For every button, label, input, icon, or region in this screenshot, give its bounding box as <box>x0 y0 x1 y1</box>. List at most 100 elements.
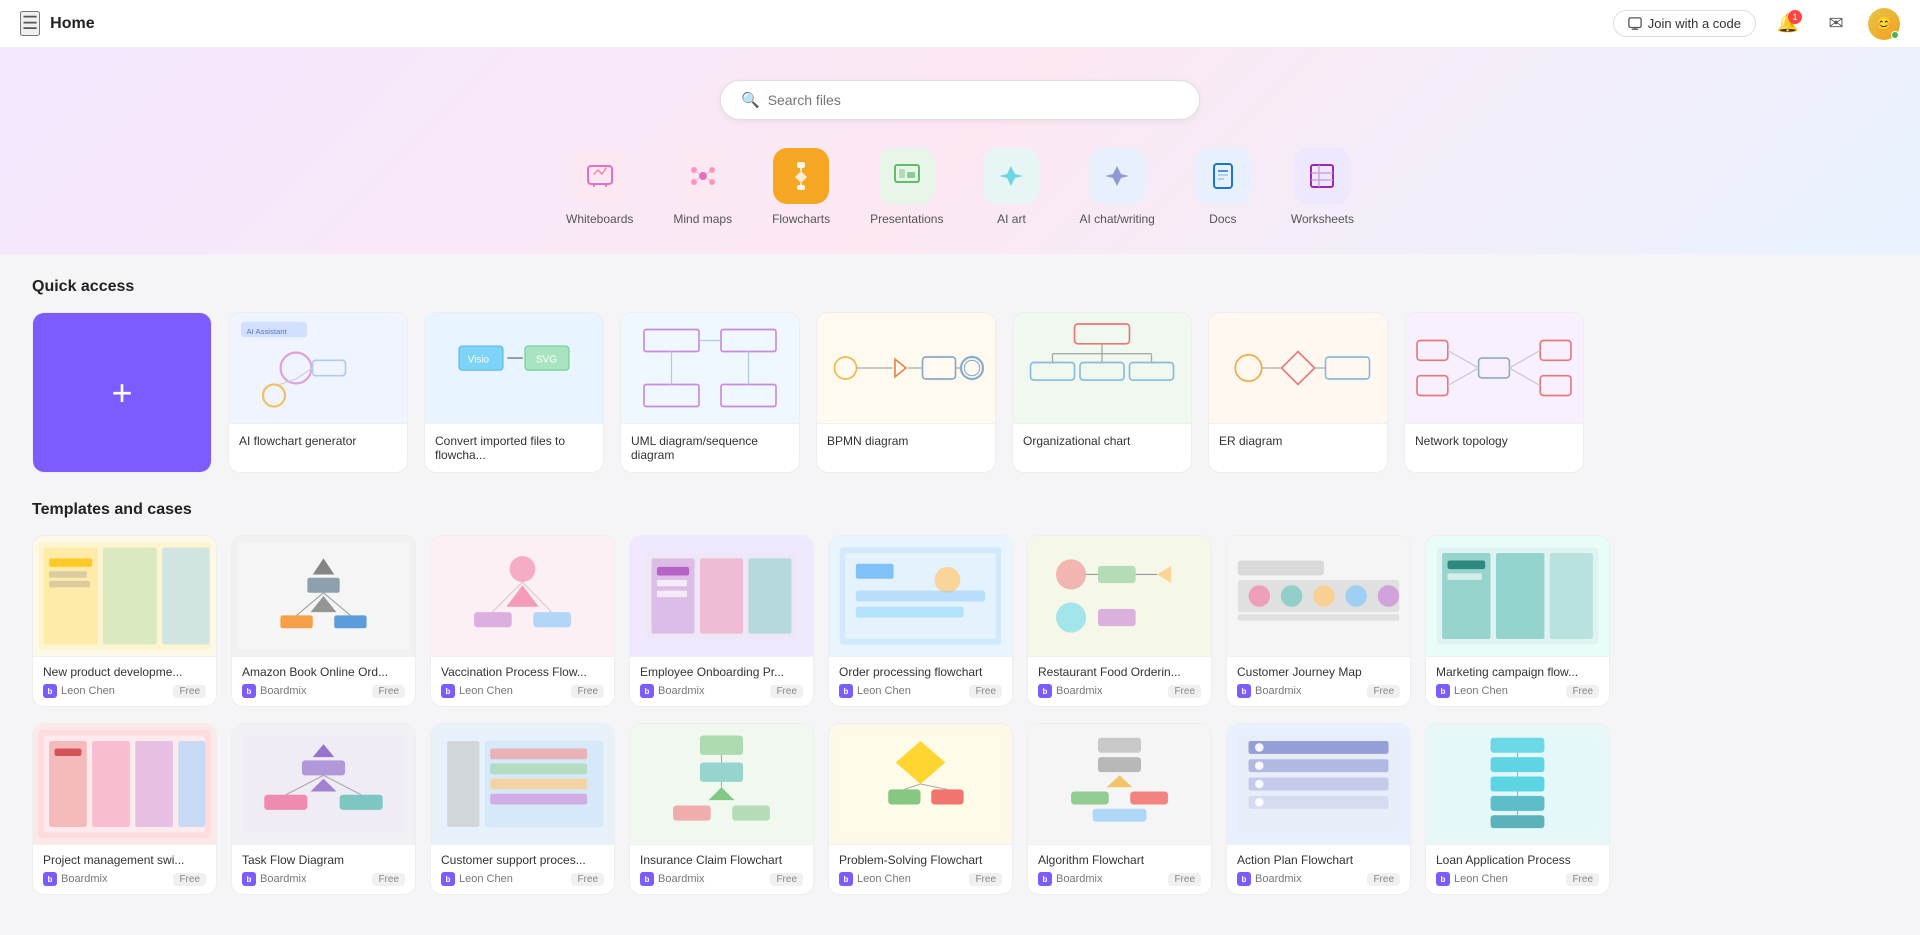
template-card-t9[interactable]: Project management swi... b Boardmix Fre… <box>32 723 217 895</box>
template-author-t11: b Leon Chen <box>441 872 513 886</box>
template-card-t5[interactable]: Order processing flowchart b Leon Chen F… <box>828 535 1013 707</box>
uml-card[interactable]: UML diagram/sequence diagram <box>620 312 800 473</box>
template-card-t7[interactable]: Customer Journey Map b Boardmix Free <box>1226 535 1411 707</box>
template-name-t10: Task Flow Diagram <box>242 853 405 867</box>
aichat-label: AI chat/writing <box>1079 212 1154 226</box>
template-card-t4[interactable]: Employee Onboarding Pr... b Boardmix Fre… <box>629 535 814 707</box>
template-name-t6: Restaurant Food Orderin... <box>1038 665 1201 679</box>
join-code-icon <box>1628 17 1642 31</box>
template-name-t1: New product developme... <box>43 665 206 679</box>
template-card-t6[interactable]: Restaurant Food Orderin... b Boardmix Fr… <box>1027 535 1212 707</box>
template-meta-t6: b Boardmix Free <box>1038 684 1201 698</box>
templates-row-2: Project management swi... b Boardmix Fre… <box>32 723 1888 895</box>
template-info-t6: Restaurant Food Orderin... b Boardmix Fr… <box>1028 656 1211 706</box>
join-code-button[interactable]: Join with a code <box>1613 10 1756 37</box>
user-avatar[interactable]: 😊 <box>1868 8 1900 40</box>
network-topology-card[interactable]: Network topology <box>1404 312 1584 473</box>
template-meta-t11: b Leon Chen Free <box>441 872 604 886</box>
template-author-t4: b Boardmix <box>640 684 704 698</box>
template-card-t13[interactable]: Problem-Solving Flowchart b Leon Chen Fr… <box>828 723 1013 895</box>
free-badge-t6: Free <box>1168 685 1201 698</box>
category-mindmaps[interactable]: Mind maps <box>673 148 732 226</box>
category-docs[interactable]: Docs <box>1195 148 1251 226</box>
template-meta-t14: b Boardmix Free <box>1038 872 1201 886</box>
template-name-t13: Problem-Solving Flowchart <box>839 853 1002 867</box>
category-aiart[interactable]: AI art <box>983 148 1039 226</box>
er-diagram-thumb <box>1209 313 1387 423</box>
template-card-t1[interactable]: New product developme... b Leon Chen Fre… <box>32 535 217 707</box>
category-flowcharts[interactable]: Flowcharts <box>772 148 830 226</box>
template-info-t2: Amazon Book Online Ord... b Boardmix Fre… <box>232 656 415 706</box>
org-chart-label: Organizational chart <box>1013 423 1191 458</box>
template-author-t8: b Leon Chen <box>1436 684 1508 698</box>
menu-icon[interactable]: ☰ <box>20 11 40 36</box>
ai-flowchart-card[interactable]: AI Assistant AI flowchart generator <box>228 312 408 473</box>
plus-icon: + <box>111 372 132 414</box>
author-logo-t16: b <box>1436 872 1450 886</box>
er-diagram-card[interactable]: ER diagram <box>1208 312 1388 473</box>
template-meta-t8: b Leon Chen Free <box>1436 684 1599 698</box>
ai-flowchart-label: AI flowchart generator <box>229 423 407 458</box>
template-info-t14: Algorithm Flowchart b Boardmix Free <box>1028 844 1211 894</box>
template-info-t16: Loan Application Process b Leon Chen Fre… <box>1426 844 1609 894</box>
header-right: Join with a code 🔔 1 ✉ 😊 <box>1613 8 1900 40</box>
template-card-t10[interactable]: Task Flow Diagram b Boardmix Free <box>231 723 416 895</box>
network-thumb-svg <box>1405 313 1583 423</box>
free-badge-t2: Free <box>372 685 405 698</box>
template-card-t3[interactable]: Vaccination Process Flow... b Leon Chen … <box>430 535 615 707</box>
category-whiteboards[interactable]: Whiteboards <box>566 148 633 226</box>
new-flowchart-thumb: + <box>33 313 211 472</box>
template-thumb-t9 <box>33 724 216 844</box>
template-info-t7: Customer Journey Map b Boardmix Free <box>1227 656 1410 706</box>
template-card-t15[interactable]: Action Plan Flowchart b Boardmix Free <box>1226 723 1411 895</box>
free-badge-t11: Free <box>571 873 604 886</box>
template-meta-t10: b Boardmix Free <box>242 872 405 886</box>
bpmn-card[interactable]: BPMN diagram <box>816 312 996 473</box>
category-aichat[interactable]: AI chat/writing <box>1079 148 1154 226</box>
template-card-t16[interactable]: Loan Application Process b Leon Chen Fre… <box>1425 723 1610 895</box>
template-thumb-t3 <box>431 536 614 656</box>
mindmaps-icon <box>675 148 731 204</box>
template-name-t12: Insurance Claim Flowchart <box>640 853 803 867</box>
template-thumb-t2 <box>232 536 415 656</box>
new-flowchart-card[interactable]: + New flowchart <box>32 312 212 473</box>
convert-card[interactable]: Visio SVG Convert imported files to flow… <box>424 312 604 473</box>
free-badge-t14: Free <box>1168 873 1201 886</box>
worksheets-label: Worksheets <box>1291 212 1354 226</box>
author-logo-t12: b <box>640 872 654 886</box>
network-topology-thumb <box>1405 313 1583 423</box>
author-logo-t14: b <box>1038 872 1052 886</box>
aichat-icon <box>1089 148 1145 204</box>
mindmaps-label: Mind maps <box>673 212 732 226</box>
notification-button[interactable]: 🔔 1 <box>1772 8 1804 40</box>
template-thumb-t15 <box>1227 724 1410 844</box>
org-chart-card[interactable]: Organizational chart <box>1012 312 1192 473</box>
er-diagram-label: ER diagram <box>1209 423 1387 458</box>
templates-section: Templates and cases New product <box>32 501 1888 895</box>
template-card-t14[interactable]: Algorithm Flowchart b Boardmix Free <box>1027 723 1212 895</box>
mail-button[interactable]: ✉ <box>1820 8 1852 40</box>
template-card-t2[interactable]: Amazon Book Online Ord... b Boardmix Fre… <box>231 535 416 707</box>
category-presentations[interactable]: Presentations <box>870 148 943 226</box>
template-name-t5: Order processing flowchart <box>839 665 1002 679</box>
template-info-t12: Insurance Claim Flowchart b Boardmix Fre… <box>630 844 813 894</box>
template-author-t13: b Leon Chen <box>839 872 911 886</box>
template-meta-t15: b Boardmix Free <box>1237 872 1400 886</box>
search-bar[interactable]: 🔍 <box>720 80 1200 120</box>
free-badge-t4: Free <box>770 685 803 698</box>
er-thumb-svg <box>1209 313 1387 423</box>
template-info-t13: Problem-Solving Flowchart b Leon Chen Fr… <box>829 844 1012 894</box>
template-card-t12[interactable]: Insurance Claim Flowchart b Boardmix Fre… <box>629 723 814 895</box>
template-name-t3: Vaccination Process Flow... <box>441 665 604 679</box>
template-author-t6: b Boardmix <box>1038 684 1102 698</box>
template-card-t8[interactable]: Marketing campaign flow... b Leon Chen F… <box>1425 535 1610 707</box>
search-input[interactable] <box>768 92 1179 108</box>
author-logo-t1: b <box>43 684 57 698</box>
template-info-t1: New product developme... b Leon Chen Fre… <box>33 656 216 706</box>
template-name-t11: Customer support proces... <box>441 853 604 867</box>
template-card-t11[interactable]: Customer support proces... b Leon Chen F… <box>430 723 615 895</box>
template-thumb-t7 <box>1227 536 1410 656</box>
template-meta-t1: b Leon Chen Free <box>43 684 206 698</box>
svg-text:AI Assistant: AI Assistant <box>247 327 288 336</box>
category-worksheets[interactable]: Worksheets <box>1291 148 1354 226</box>
